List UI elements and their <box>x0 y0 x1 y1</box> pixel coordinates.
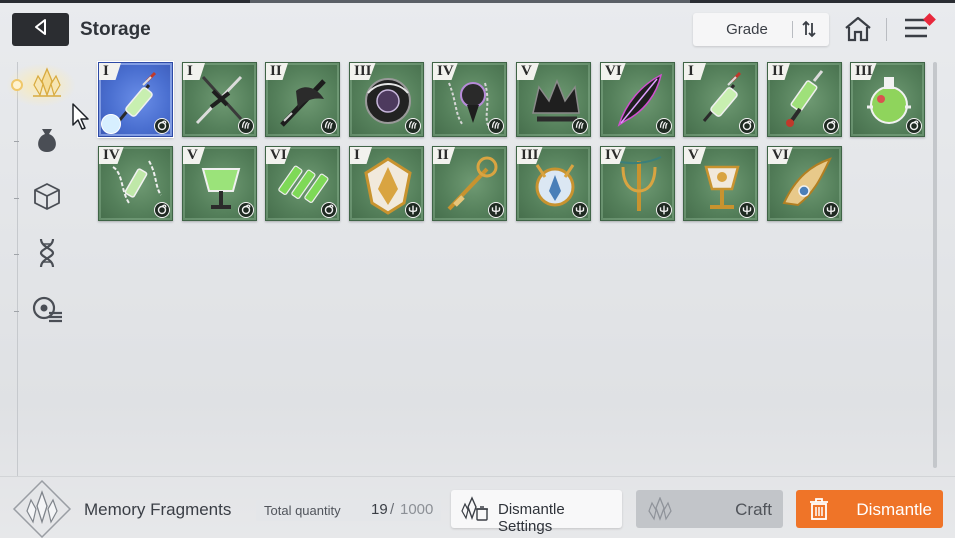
memory-fragment-icon <box>30 66 64 104</box>
sidebar-rail <box>17 62 18 476</box>
claw-badge-icon <box>572 118 588 134</box>
item-tile[interactable]: II <box>265 62 340 137</box>
dismantle-label: Dismantle <box>856 500 932 519</box>
footer-divider <box>0 476 955 477</box>
memory-fragments-title: Memory Fragments <box>84 500 232 519</box>
rail-tick <box>14 254 19 255</box>
dna-icon <box>33 237 61 274</box>
character-portrait-icon <box>101 114 121 134</box>
item-tile[interactable]: V <box>683 146 758 221</box>
mouse-cursor-icon <box>72 103 92 136</box>
dismantle-settings-label: Dismantle Settings <box>498 501 565 535</box>
swirl-badge-icon <box>238 202 254 218</box>
swirl-badge-icon <box>154 202 170 218</box>
trident-badge-icon <box>488 202 504 218</box>
back-button[interactable] <box>12 13 69 46</box>
sort-order-icon[interactable] <box>801 20 817 43</box>
trident-badge-icon <box>739 202 755 218</box>
sidebar-item-memory-fragments[interactable] <box>29 66 65 104</box>
sort-label: Grade <box>726 21 768 38</box>
item-tile[interactable]: VI <box>767 146 842 221</box>
claw-badge-icon <box>238 118 254 134</box>
craft-fragment-icon <box>646 496 674 526</box>
item-tile[interactable]: VI <box>600 62 675 137</box>
claw-badge-icon <box>488 118 504 134</box>
total-quantity-label: Total quantity <box>264 503 341 518</box>
rail-tick <box>14 141 19 142</box>
item-tile[interactable]: IV <box>98 146 173 221</box>
item-tile[interactable]: II <box>767 62 842 137</box>
trash-icon <box>809 498 829 525</box>
item-tile[interactable]: III <box>516 146 591 221</box>
trident-badge-icon <box>572 202 588 218</box>
item-tile[interactable]: III <box>349 62 424 137</box>
trident-badge-icon <box>405 202 421 218</box>
item-tile[interactable]: I <box>98 62 173 137</box>
craft-button[interactable]: Craft <box>636 490 783 528</box>
rail-tick <box>14 311 19 312</box>
record-list-icon <box>30 294 64 331</box>
item-tile[interactable]: I <box>182 62 257 137</box>
back-arrow-icon <box>32 18 50 41</box>
window-top-bar <box>0 0 955 3</box>
dismantle-settings-button[interactable]: Dismantle Settings <box>451 490 622 535</box>
item-tile[interactable]: V <box>182 146 257 221</box>
sort-divider <box>792 21 793 38</box>
item-tile[interactable]: III <box>850 62 925 137</box>
swirl-badge-icon <box>321 202 337 218</box>
item-tile[interactable]: VI <box>265 146 340 221</box>
sidebar-active-marker <box>11 79 23 91</box>
dismantle-settings-icon <box>461 496 489 527</box>
item-tile[interactable]: I <box>683 62 758 137</box>
header-separator <box>886 18 887 41</box>
item-tile[interactable]: IV <box>432 62 507 137</box>
claw-badge-icon <box>656 118 672 134</box>
sidebar-item-dna[interactable] <box>29 237 65 273</box>
claw-badge-icon <box>405 118 421 134</box>
item-tile[interactable]: II <box>432 146 507 221</box>
home-icon[interactable] <box>843 15 873 48</box>
sidebar-item-pouch[interactable] <box>29 124 65 160</box>
craft-label: Craft <box>735 500 772 519</box>
memory-fragments-emblem-icon <box>7 478 77 538</box>
quantity-current: 19 <box>371 501 388 518</box>
trident-badge-icon <box>656 202 672 218</box>
cube-icon <box>32 181 62 216</box>
pouch-icon <box>32 125 62 160</box>
trident-badge-icon <box>823 202 839 218</box>
sidebar-item-records[interactable] <box>29 294 65 330</box>
swirl-badge-icon <box>823 118 839 134</box>
sort-dropdown[interactable]: Grade <box>693 13 829 46</box>
quantity-max: 1000 <box>400 501 434 518</box>
item-tile[interactable]: V <box>516 62 591 137</box>
rail-tick <box>14 198 19 199</box>
claw-badge-icon <box>321 118 337 134</box>
item-tile[interactable]: IV <box>600 146 675 221</box>
swirl-badge-icon <box>739 118 755 134</box>
page-title: Storage <box>80 19 151 40</box>
swirl-badge-icon <box>906 118 922 134</box>
dismantle-button[interactable]: Dismantle <box>796 490 943 528</box>
swirl-badge-icon <box>154 118 170 134</box>
item-tile[interactable]: I <box>349 146 424 221</box>
grid-scrollbar[interactable] <box>933 62 937 468</box>
quantity-separator: / <box>390 501 395 518</box>
sidebar-item-cube[interactable] <box>29 180 65 216</box>
